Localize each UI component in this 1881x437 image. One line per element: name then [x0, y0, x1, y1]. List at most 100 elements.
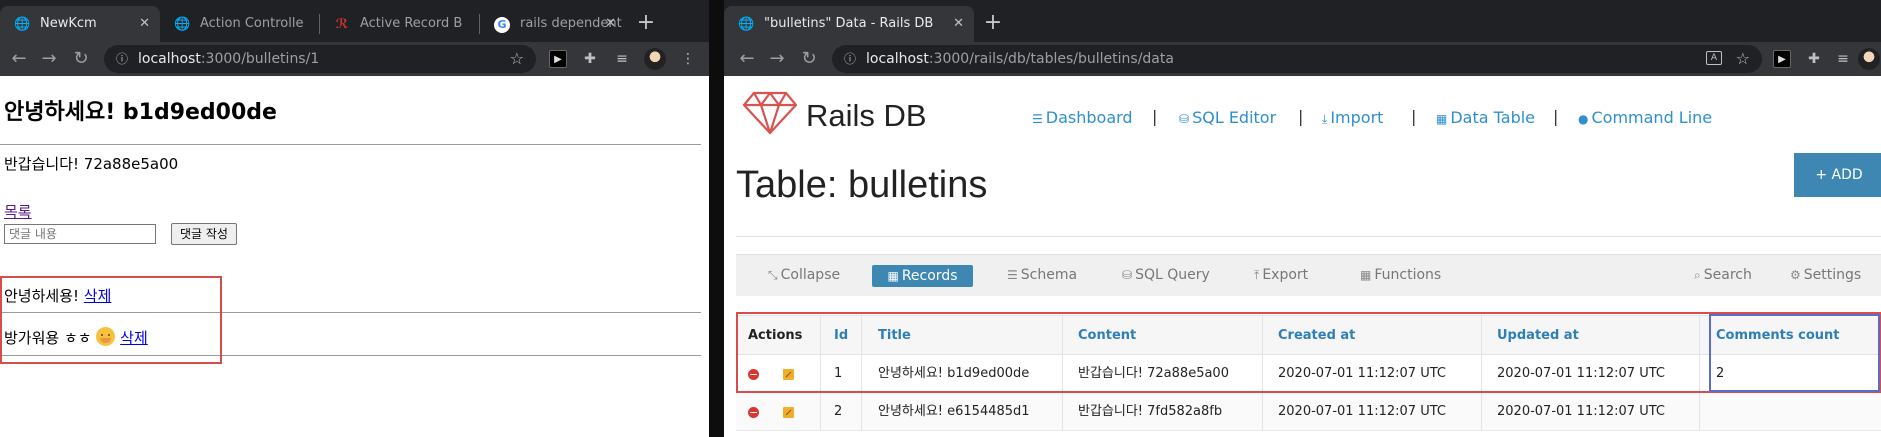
address-host: localhost — [866, 51, 929, 67]
tab-rails-db[interactable]: 🌐 "bulletins" Data - Rails DB ✕ — [724, 6, 974, 42]
list-icon: ☰ — [1032, 112, 1043, 126]
puzzle-icon[interactable]: ✚ — [1805, 50, 1823, 68]
nav-command-line[interactable]: ● Command Line — [1578, 108, 1712, 127]
playlist-icon[interactable]: ≡ — [1834, 50, 1852, 68]
nav-separator: | — [1553, 107, 1559, 126]
subnav-settings[interactable]: ⚙ Settings — [1790, 267, 1861, 283]
cell-title: 안녕하세요! e6154485d1 — [878, 404, 1030, 419]
collapse-icon: ⤡ — [768, 268, 778, 282]
database-icon: ⛁ — [1179, 112, 1190, 126]
globe-icon: 🌐 — [14, 17, 31, 32]
close-icon[interactable]: ✕ — [139, 6, 150, 42]
reload-icon[interactable]: ↻ — [796, 46, 822, 72]
divider — [0, 144, 701, 145]
download-icon: ⤓ — [1322, 112, 1328, 126]
google-icon: G — [494, 17, 510, 33]
nav-dashboard[interactable]: ☰ Dashboard — [1032, 108, 1133, 127]
tab-action-controller[interactable]: 🌐 Action Controlle — [160, 6, 320, 42]
extension-icon[interactable]: ▶ — [1773, 50, 1791, 68]
rails-db-logo[interactable]: Rails DB — [806, 98, 927, 134]
subnav-label: Export — [1262, 267, 1309, 283]
subnav-schema[interactable]: ☰ Schema — [1007, 267, 1077, 283]
cell-id: 2 — [834, 404, 843, 419]
grid-icon: ▦ — [1360, 268, 1372, 282]
subnav-functions[interactable]: ▦ Functions — [1360, 267, 1441, 283]
subnav-label: Collapse — [780, 267, 841, 283]
subnav-export[interactable]: ⤒ Export — [1254, 267, 1308, 283]
tab-google-search[interactable]: G rails dependent ✕ — [480, 6, 626, 42]
subnav-records[interactable]: ▦ Records — [872, 265, 973, 287]
address-bar[interactable]: ⓘ localhost:3000/rails/db/tables/bulleti… — [832, 45, 1762, 73]
subnav-collapse[interactable]: ⤡ Collapse — [768, 267, 840, 283]
extension-icon[interactable]: ▶ — [549, 50, 567, 68]
delete-icon[interactable] — [748, 407, 759, 418]
reload-icon[interactable]: ↻ — [68, 46, 94, 72]
subnav-label: Functions — [1374, 267, 1442, 283]
puzzle-icon[interactable]: ✚ — [581, 50, 599, 68]
avatar[interactable] — [1858, 48, 1880, 70]
window-gap — [709, 0, 724, 437]
bookmark-star-icon[interactable]: ☆ — [1736, 45, 1750, 73]
nav-data-table[interactable]: ▦ Data Table — [1436, 108, 1535, 127]
forward-icon[interactable]: → — [764, 46, 790, 72]
address-path: :3000/rails/db/tables/bulletins/data — [928, 51, 1174, 67]
list-icon: ☰ — [1007, 268, 1018, 282]
new-tab-button[interactable]: + — [631, 6, 661, 42]
address-path: :3000/bulletins/1 — [200, 51, 320, 67]
playlist-icon[interactable]: ≡ — [613, 50, 631, 68]
tab-strip: 🌐 "bulletins" Data - Rails DB ✕ + — [724, 0, 1881, 42]
nav-label: SQL Editor — [1192, 108, 1277, 127]
back-icon[interactable]: ← — [6, 46, 32, 72]
comment-submit-button[interactable]: 댓글 작성 — [171, 223, 237, 245]
nav-label: Data Table — [1450, 108, 1536, 127]
gear-icon: ⚙ — [1790, 268, 1801, 282]
globe-icon: 🌐 — [174, 17, 191, 32]
page-title: 안녕하세요! b1d9ed00de — [4, 100, 277, 125]
info-icon[interactable]: ⓘ — [116, 45, 128, 73]
rails-icon: ℛ — [335, 17, 349, 32]
subnav-search[interactable]: ⌕ Search — [1694, 267, 1752, 283]
subnav-label: Search — [1703, 267, 1752, 283]
subnav-sql-query[interactable]: ⛁ SQL Query — [1122, 267, 1210, 283]
tab-newkcm[interactable]: 🌐 NewKcm ✕ — [0, 6, 160, 42]
left-browser-window: 🌐 NewKcm ✕ 🌐 Action Controlle ℛ Active R… — [0, 0, 709, 437]
menu-icon[interactable]: ⋮ — [679, 50, 697, 68]
forward-icon[interactable]: → — [36, 46, 62, 72]
tab-title: "bulletins" Data - Rails DB — [764, 16, 934, 31]
nav-label: Dashboard — [1045, 108, 1133, 127]
nav-sql-editor[interactable]: ⛁ SQL Editor — [1179, 108, 1276, 127]
nav-import[interactable]: ⤓ Import — [1322, 108, 1383, 127]
info-icon[interactable]: ⓘ — [844, 45, 856, 73]
bookmark-star-icon[interactable]: ☆ — [510, 45, 524, 73]
search-icon: ⌕ — [1694, 268, 1701, 282]
avatar[interactable] — [644, 48, 666, 70]
tab-active-record[interactable]: ℛ Active Record B — [320, 6, 480, 42]
translate-icon[interactable]: A — [1706, 51, 1722, 65]
back-icon[interactable]: ← — [734, 46, 760, 72]
nav-separator: | — [1411, 107, 1417, 126]
new-tab-button[interactable]: + — [978, 6, 1008, 42]
table-title: Table: bulletins — [736, 164, 988, 206]
page-content: 안녕하세요! b1d9ed00de 반갑습니다! 72a88e5a00 목록 댓… — [0, 76, 709, 437]
upload-icon: ⤒ — [1254, 268, 1260, 282]
divider — [736, 236, 1881, 237]
nav-label: Command Line — [1591, 108, 1713, 127]
add-record-button[interactable]: + ADD — [1794, 153, 1881, 197]
cell-created-at: 2020-07-01 11:12:07 UTC — [1278, 404, 1446, 419]
table-row: 2 안녕하세요! e6154485d1 반갑습니다! 7fd582a8fb 20… — [736, 393, 1881, 431]
edit-icon[interactable] — [783, 407, 794, 418]
table-subnav: ⤡ Collapse ▦ Records ☰ Schema ⛁ SQL Query ⤒ E… — [736, 254, 1881, 296]
bulletin-body: 반갑습니다! 72a88e5a00 — [4, 155, 179, 173]
subnav-label: Schema — [1020, 267, 1078, 283]
comment-input[interactable] — [4, 224, 156, 244]
address-bar[interactable]: ⓘ localhost:3000/bulletins/1 ☆ — [104, 45, 536, 73]
rails-db-page: Rails DB ☰ Dashboard | ⛁ SQL Editor | ⤓ Imp… — [724, 76, 1881, 437]
subnav-label: SQL Query — [1135, 267, 1210, 283]
browser-toolbar: ← → ↻ ⓘ localhost:3000/rails/db/tables/b… — [724, 42, 1881, 76]
subnav-label: Records — [901, 268, 958, 284]
nav-separator: | — [1298, 107, 1304, 126]
close-icon[interactable]: ✕ — [605, 6, 616, 42]
close-icon[interactable]: ✕ — [953, 6, 964, 42]
list-link[interactable]: 목록 — [4, 201, 32, 222]
cell-updated-at: 2020-07-01 11:12:07 UTC — [1497, 404, 1665, 419]
